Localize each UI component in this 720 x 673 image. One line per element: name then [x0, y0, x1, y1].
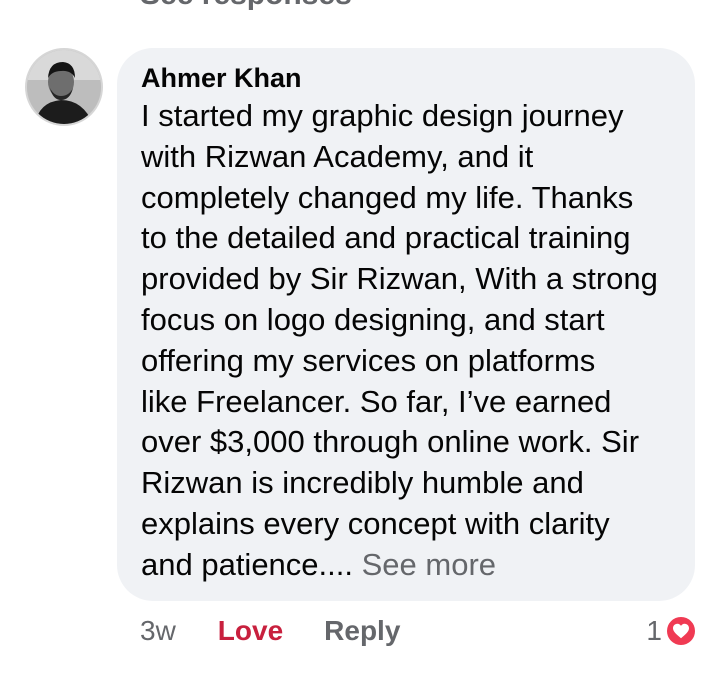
comment-text-line: offering my services on platforms — [141, 342, 596, 378]
comment-text-line: to the detailed and practical training — [141, 220, 631, 256]
comment-text-line: I started my graphic design journey — [141, 98, 624, 133]
comment-screen: See responses Ahmer Khan I started my gr… — [0, 0, 720, 673]
comment-text-last-line: and patience.... See more — [141, 545, 675, 586]
comment-text-line: completely changed my life. Thanks — [141, 179, 634, 215]
profile-photo — [27, 50, 101, 124]
comment-timestamp[interactable]: 3w — [140, 615, 176, 647]
comment-text-line: Rizwan is incredibly humble and — [141, 465, 584, 501]
comment-text-line: like Freelancer. So far, I’ve earned — [141, 383, 612, 419]
heart-icon — [664, 614, 698, 648]
reaction-count: 1 — [646, 615, 662, 646]
comment-text-line: focus on logo designing, and start — [141, 301, 605, 337]
love-button[interactable]: Love — [218, 615, 283, 647]
avatar[interactable] — [25, 48, 103, 126]
comment-text-line: explains every concept with clarity — [141, 505, 610, 541]
see-responses-link[interactable]: See responses — [140, 0, 352, 12]
comment-text-tail: and patience.... — [141, 546, 362, 582]
comment-text: I started my graphic design journey with… — [141, 96, 675, 586]
see-more-link[interactable]: See more — [362, 547, 496, 582]
comment-text-line: over $3,000 through online work. Sir — [141, 424, 640, 460]
comment-author[interactable]: Ahmer Khan — [141, 62, 675, 94]
reaction-summary[interactable]: 1 — [646, 611, 698, 651]
comment-text-line: with Rizwan Academy, and it — [141, 138, 534, 174]
comment-bubble: Ahmer Khan I started my graphic design j… — [117, 48, 695, 601]
reply-button[interactable]: Reply — [324, 615, 400, 647]
comment-actions: 3w Love Reply — [140, 611, 400, 651]
comment-text-line: provided by Sir Rizwan, With a strong — [141, 261, 658, 297]
